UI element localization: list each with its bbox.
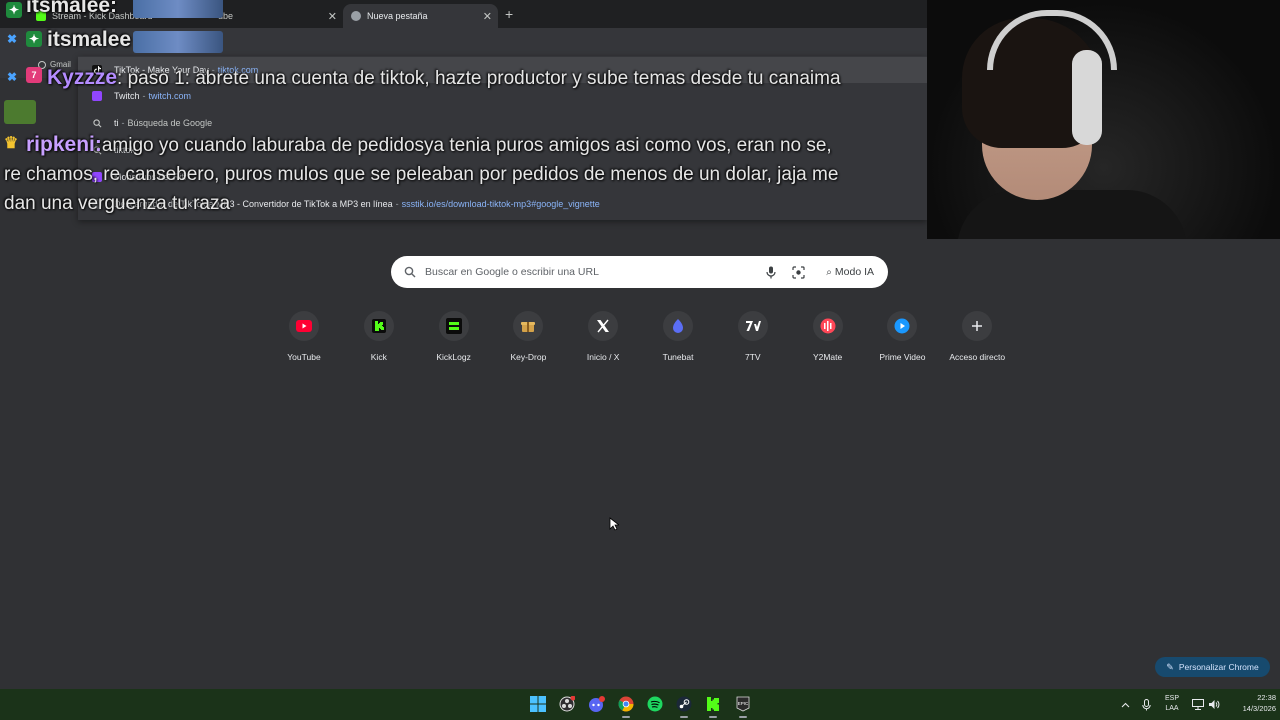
chrome-icon [351,11,361,21]
microphone-icon[interactable] [762,263,780,281]
frog-emote-icon [4,100,36,124]
microphone-tray-icon[interactable] [1142,689,1151,720]
shortcut-add[interactable]: Acceso directo [939,310,1015,370]
tab-new-tab[interactable]: Nueva pestaña ✕ [343,4,498,28]
tunebat-icon [673,319,683,333]
bookmark-gmail[interactable]: Gmail [38,60,71,69]
steam-icon[interactable] [674,694,694,718]
shortcut-x[interactable]: Inicio / X [565,310,641,370]
tab-title: ube [218,11,234,21]
headphone-cup [1072,50,1102,145]
shortcut-y2mate[interactable]: Y2Mate [790,310,866,370]
tab-title: Stream - Kick Dashboard [52,11,153,21]
suggestion-row[interactable]: TikTok - Make Your Day - tiktok.com [78,57,927,83]
y2mate-icon [820,318,836,334]
clock[interactable]: 22:38 14/3/2026 [1236,692,1276,714]
omnibox-suggestions: TikTok - Make Your Day - tiktok.com Twitch… [78,56,927,220]
keydrop-icon [521,322,536,332]
tab-kick-dashboard[interactable]: Stream - Kick Dashboard [28,4,188,28]
svg-text:EPIC: EPIC [738,701,749,706]
tab-youtube[interactable]: ube ✕ [188,4,343,28]
suggestion-row[interactable]: Monstruos del Riff [78,164,927,190]
sparkle-search-icon: ⌕ [826,266,832,278]
suggestion-row[interactable]: Twitch - twitch.com [78,83,927,109]
tab-strip: ⌄ Stream - Kick Dashboard ube ✕ Nueva pe… [0,0,927,28]
epic-games-icon[interactable]: EPIC [733,694,753,718]
crown-badge-icon: ♛ [3,135,19,152]
tab-title: Nueva pestaña [367,11,428,21]
shortcut-youtube[interactable]: YouTube [266,310,342,370]
shortcut-key-drop[interactable]: Key-Drop [490,310,566,370]
shortcut-kick[interactable]: Kick [341,310,417,370]
shortcut-prime-video[interactable]: Prime Video [864,310,940,370]
discord-icon[interactable] [587,694,607,714]
chrome-icon[interactable] [616,694,636,718]
toolbar [0,28,927,58]
screen: ⌄ Stream - Kick Dashboard ube ✕ Nueva pe… [0,0,1280,720]
kick-app-icon[interactable] [703,694,723,718]
tiktok-icon [92,65,102,75]
network-icon[interactable] [1192,689,1204,720]
7tv-icon [745,321,761,331]
twitch-icon [92,91,102,101]
kicklogz-icon [445,318,462,334]
volume-icon[interactable] [1208,689,1220,720]
gmail-icon [38,60,46,69]
close-tab-icon[interactable]: ✕ [328,10,337,23]
shortcut-kicklogz[interactable]: KickLogz [416,310,492,370]
search-icon [92,145,102,155]
search-box[interactable]: Buscar en Google o escribir una URL ⌕ Mo… [391,256,888,288]
streamer-body [957,190,1187,239]
tab-search-chevron-icon[interactable]: ⌄ [6,6,14,17]
search-icon [403,265,417,279]
twitch-icon [92,172,102,182]
webcam-feed [927,0,1280,239]
ai-mode-button[interactable]: ⌕ Modo IA [816,260,884,284]
search-input[interactable]: Buscar en Google o escribir una URL [425,266,762,278]
shortcut-7tv[interactable]: 7TV [715,310,791,370]
web-icon [92,199,102,209]
customize-chrome-button[interactable]: ✎ Personalizar Chrome [1155,657,1270,677]
obs-icon[interactable] [557,694,577,714]
windows-start-icon[interactable] [528,694,548,714]
suggestion-row[interactable]: tiktok [78,137,927,163]
close-tab-icon[interactable]: ✕ [483,10,492,23]
spotify-icon[interactable] [645,694,665,714]
kick-icon [371,319,386,333]
primevideo-icon [894,318,910,334]
search-icon [92,118,102,128]
suggestion-row[interactable]: ti - Búsqueda de Google [78,110,927,136]
tray-overflow-chevron-icon[interactable] [1121,689,1130,720]
suggestion-row[interactable]: Descargador de TikTok a MP3 - Convertido… [78,191,927,217]
x-icon [597,319,610,333]
pencil-icon: ✎ [1166,661,1174,672]
youtube-icon [296,320,312,332]
kick-icon [36,11,46,21]
new-tab-button[interactable]: + [505,6,513,22]
google-lens-icon[interactable] [789,263,807,281]
add-icon [972,321,983,331]
language-indicator[interactable]: ESP LAA [1162,694,1182,714]
shortcut-tunebat[interactable]: Tunebat [640,310,716,370]
taskbar: EPIC ESP LAA 22:38 14/3/2026 [0,689,1280,720]
shortcut-tiles: YouTube Kick KickLogz Key-Drop Inicio / … [266,310,1014,370]
